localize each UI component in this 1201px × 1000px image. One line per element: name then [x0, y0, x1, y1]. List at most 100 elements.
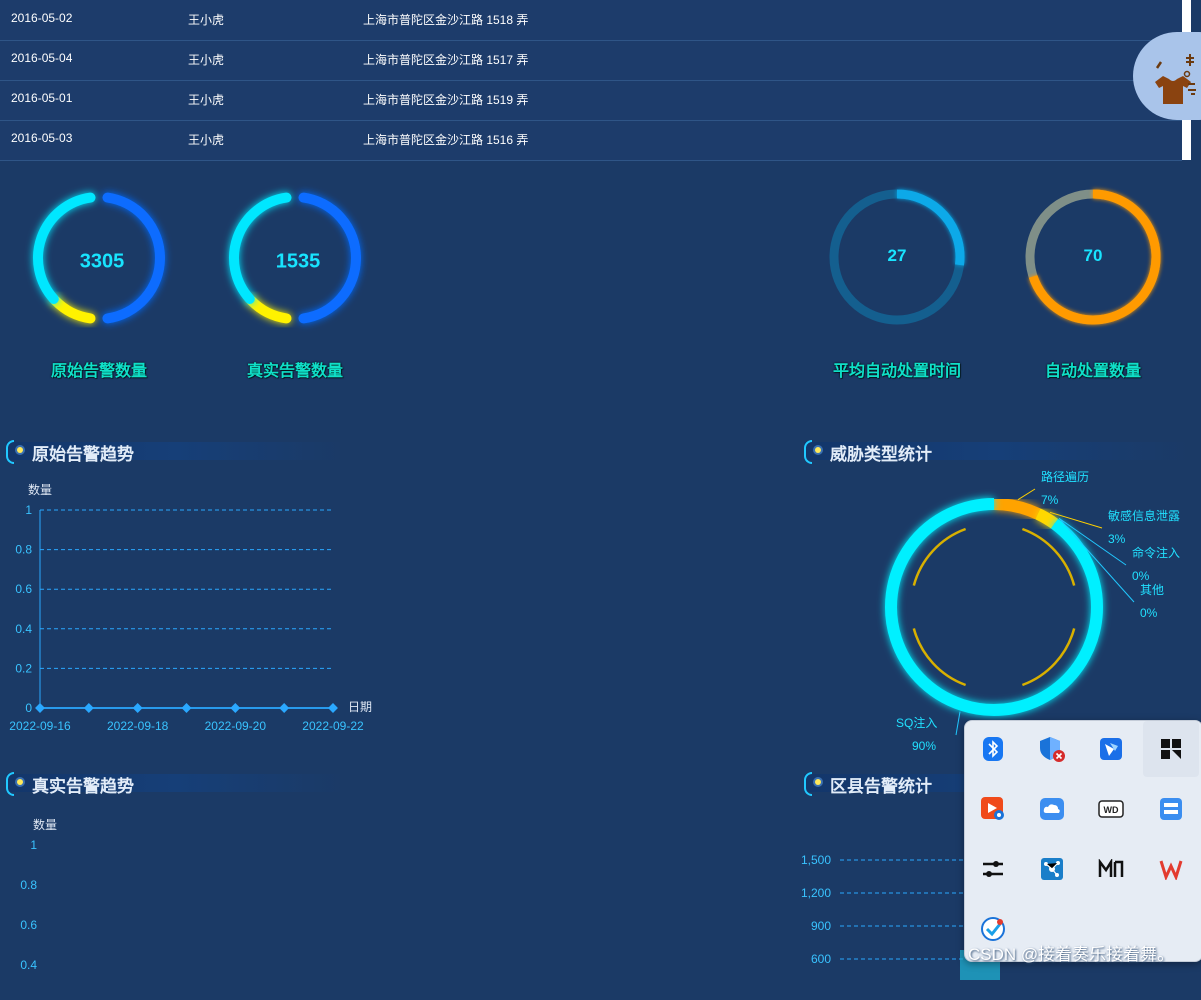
pie-slice [993, 498, 1041, 520]
y-tick-label: 900 [811, 919, 831, 933]
y-tick-label: 0.6 [15, 582, 32, 596]
security-shield-icon[interactable] [1024, 721, 1080, 777]
settings-sliders-icon[interactable] [965, 841, 1021, 897]
pie-slice [1035, 508, 1059, 529]
gauge-value-avg-time: 27 [887, 246, 907, 265]
data-point [83, 703, 94, 713]
pie-slice [885, 498, 1103, 716]
cell-date: 2016-05-03 [11, 131, 73, 145]
network-node-icon[interactable] [1024, 841, 1080, 897]
feishu-icon[interactable] [1083, 721, 1139, 777]
gauge-label-real: 真实告警数量 [246, 363, 344, 380]
gauge-label-auto-count: 自动处置数量 [1044, 363, 1142, 380]
gauge-value-real: 1535 [275, 250, 321, 273]
y-tick-label: 0.4 [20, 958, 37, 972]
x-tick-label: 2022-09-20 [205, 719, 267, 733]
bracket-icon [6, 772, 14, 796]
mail-m-icon[interactable] [1083, 841, 1139, 897]
slice-percent-label: 3% [1108, 532, 1126, 546]
dot-icon [17, 447, 23, 453]
data-point [328, 703, 338, 713]
y-tick-label: 0.8 [15, 543, 32, 557]
gauge-value-auto-count: 70 [1083, 246, 1103, 265]
gauge-segment-cyan [33, 192, 96, 304]
bluetooth-icon[interactable] [965, 721, 1021, 777]
table-row[interactable]: 2016-05-04 王小虎 上海市普陀区金沙江路 1517 弄 [0, 40, 1182, 81]
y-tick-label: 0 [25, 701, 32, 715]
wps-office-icon[interactable] [1143, 841, 1199, 897]
data-point [181, 703, 192, 713]
x-axis-label: 日期 [348, 700, 372, 714]
gauge-label-avg-time: 平均自动处置时间 [832, 363, 962, 380]
slice-name-label: 敏感信息泄露 [1108, 508, 1180, 523]
cell-name: 王小虎 [188, 93, 225, 107]
gauge-value-raw: 3305 [79, 250, 125, 273]
x-tick-label: 2022-09-16 [9, 719, 71, 733]
server-manager-icon[interactable] [1143, 781, 1199, 837]
slice-percent-label: 0% [1140, 606, 1158, 620]
raw-trend-chart: 数量 日期 0 0.2 0.4 0.6 0.8 1 2022-09-16 2022-09-1… [9, 482, 372, 733]
cell-address: 上海市普陀区金沙江路 1516 弄 [363, 133, 529, 147]
threat-types-chart: 路径遍历7%敏感信息泄露3%命令注入0%其他0%SQ注入90% [885, 469, 1180, 750]
screen-recorder-icon[interactable] [965, 781, 1021, 837]
slice-percent-label: 7% [1041, 493, 1059, 507]
cell-date: 2016-05-04 [11, 51, 73, 65]
cell-name: 王小虎 [188, 133, 225, 147]
y-tick-label: 1 [30, 838, 37, 852]
gauge-segment-yellow [246, 295, 292, 324]
slice-name-label: 路径遍历 [1041, 469, 1089, 484]
label-leader-line [955, 711, 961, 736]
data-point [35, 703, 45, 713]
svg-text:WD: WD [1104, 805, 1119, 815]
cloud-icon[interactable] [1024, 781, 1080, 837]
cell-date: 2016-05-02 [11, 11, 73, 25]
y-tick-label: 1 [25, 503, 32, 517]
gauge-label-raw: 原始告警数量 [50, 363, 148, 380]
y-tick-label: 1,200 [801, 886, 831, 900]
table-row[interactable]: 2016-05-02 王小虎 上海市普陀区金沙江路 1518 弄 [0, 0, 1182, 41]
table-row[interactable]: 2016-05-03 王小虎 上海市普陀区金沙江路 1516 弄 [0, 120, 1182, 161]
slice-name-label: SQ注入 [896, 715, 937, 730]
cell-name: 王小虎 [188, 53, 225, 67]
data-point [279, 703, 290, 713]
bracket-icon [6, 440, 14, 464]
slice-name-label: 命令注入 [1132, 545, 1180, 560]
y-tick-label: 0.2 [15, 661, 32, 675]
y-tick-label: 1,500 [801, 853, 831, 867]
alert-table: 2016-05-02 王小虎 上海市普陀区金沙江路 1518 弄 2016-05… [0, 0, 1182, 161]
gauge-segment-yellow [50, 295, 96, 324]
cell-date: 2016-05-01 [11, 91, 73, 105]
label-leader-line [1017, 488, 1036, 501]
cell-address: 上海市普陀区金沙江路 1517 弄 [363, 53, 529, 67]
x-tick-label: 2022-09-18 [107, 719, 169, 733]
section-title: 真实告警趋势 [32, 777, 134, 796]
app-grid-icon[interactable] [1143, 721, 1199, 777]
y-tick-label: 0.6 [20, 918, 37, 932]
bracket-icon [804, 772, 812, 796]
y-tick-label: 0.8 [20, 878, 37, 892]
dot-icon [815, 447, 821, 453]
wd-drive-icon[interactable]: WD [1083, 781, 1139, 837]
dot-icon [815, 779, 821, 785]
y-axis-label: 数量 [28, 482, 52, 497]
y-tick-label: 0.4 [15, 622, 32, 636]
slice-percent-label: 90% [912, 739, 936, 750]
cell-name: 王小虎 [188, 13, 225, 27]
x-tick-label: 2022-09-22 [302, 719, 364, 733]
system-tray-popup: WD [964, 720, 1201, 962]
gauges [33, 189, 1161, 325]
slice-percent-label: 0% [1132, 569, 1150, 583]
data-point [230, 703, 241, 713]
y-tick-label: 600 [811, 952, 831, 966]
section-title: 原始告警趋势 [32, 445, 134, 464]
cell-address: 上海市普陀区金沙江路 1519 弄 [363, 93, 529, 107]
data-point [132, 703, 143, 713]
table-row[interactable]: 2016-05-01 王小虎 上海市普陀区金沙江路 1519 弄 [0, 80, 1182, 121]
cell-address: 上海市普陀区金沙江路 1518 弄 [363, 13, 529, 27]
section-title: 区县告警统计 [830, 777, 932, 796]
slice-name-label: 其他 [1140, 583, 1164, 597]
y-axis-label: 数量 [33, 817, 57, 832]
watermark-text: CSDN @接着奏乐接着舞。 [968, 945, 1175, 964]
gauge-segment-cyan [229, 192, 292, 304]
dot-icon [17, 779, 23, 785]
